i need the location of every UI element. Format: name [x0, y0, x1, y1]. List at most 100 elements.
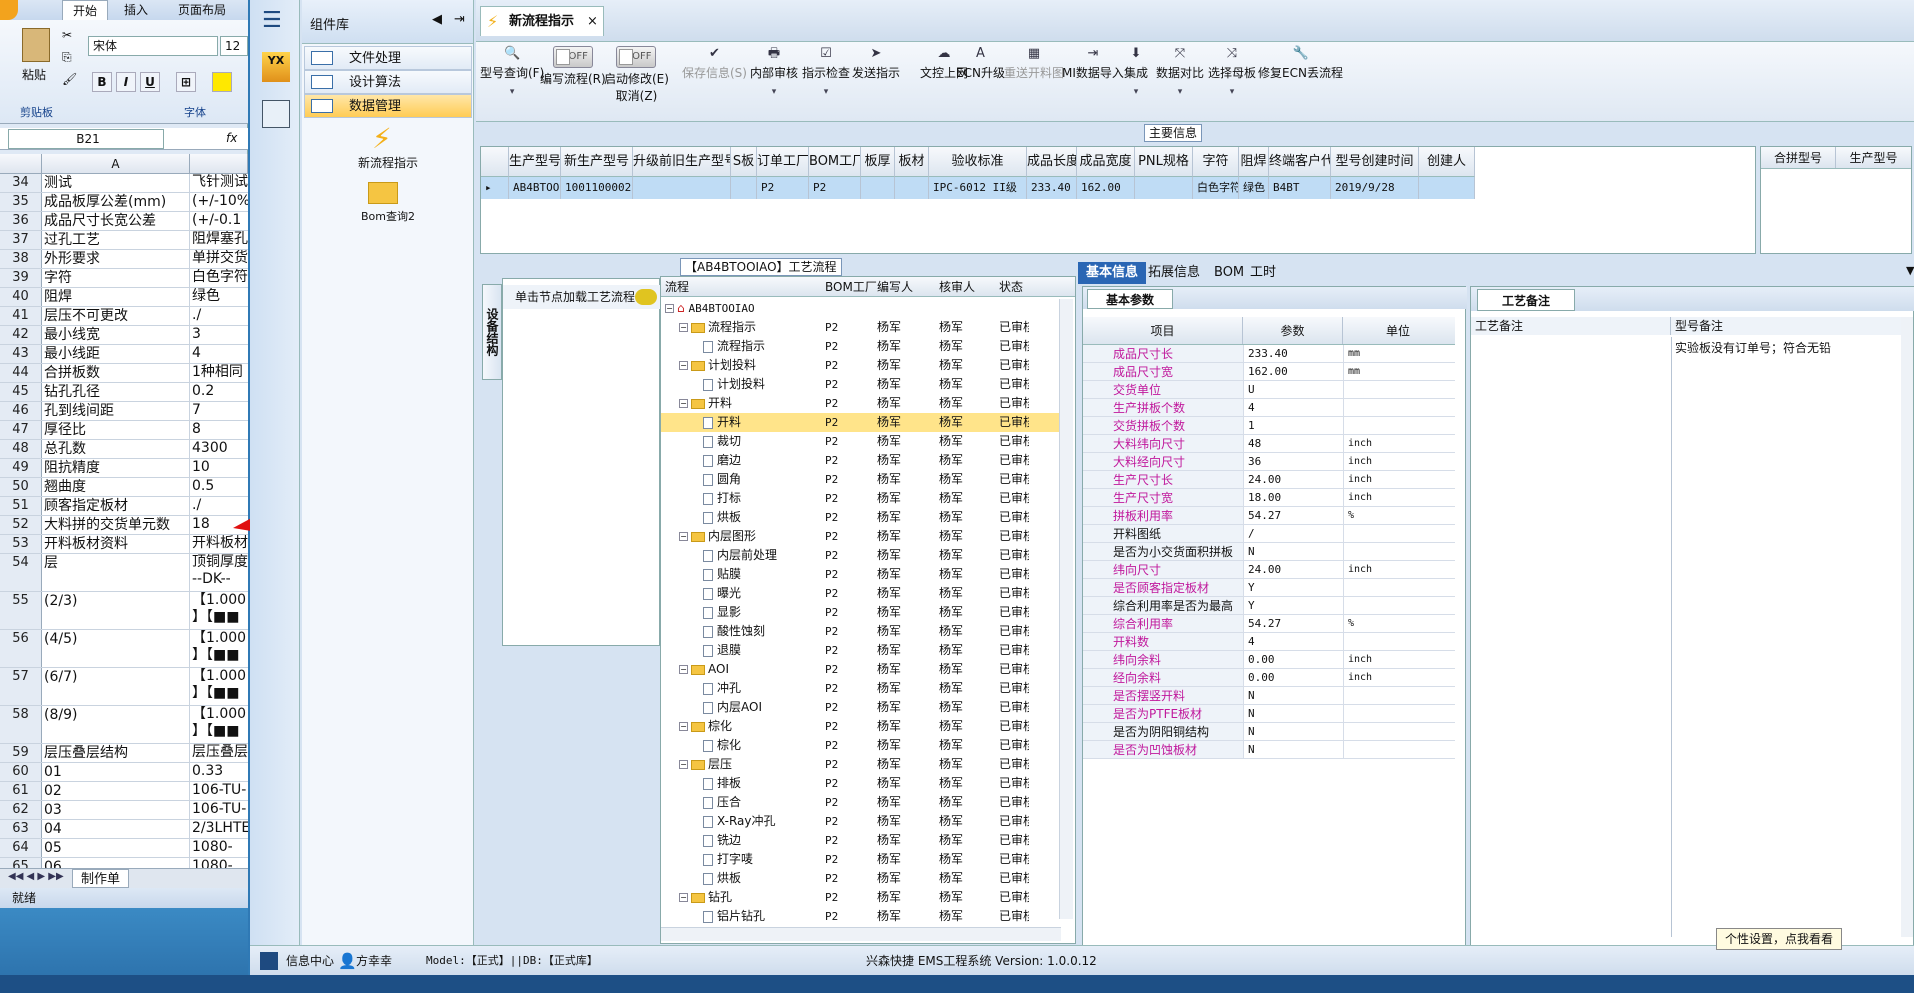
- select-all-corner[interactable]: [0, 154, 42, 174]
- cell-b[interactable]: 4300: [190, 440, 248, 458]
- row-number[interactable]: 48: [0, 440, 42, 458]
- table-row[interactable]: 42 最小线宽 3: [0, 326, 248, 345]
- cell-a[interactable]: (8/9): [42, 706, 190, 743]
- tooltip-personalize[interactable]: 个性设置，点我看看: [1716, 928, 1843, 950]
- copy-icon[interactable]: ⎘: [62, 50, 72, 65]
- toolbar-btn-3[interactable]: ✔ 保存信息(S): [682, 46, 747, 118]
- grid-col-header[interactable]: 终端客户代码: [1269, 147, 1331, 177]
- cell-b[interactable]: 【1.000 】【■■: [190, 630, 248, 667]
- grid-cell[interactable]: P2: [809, 177, 861, 199]
- table-row[interactable]: 40 阻焊 绿色: [0, 288, 248, 307]
- row-number[interactable]: 36: [0, 212, 42, 230]
- cell-a[interactable]: 测试: [42, 174, 190, 192]
- tree-node[interactable]: 棕化 P2 杨军 杨军 已审核: [661, 736, 1061, 755]
- cell-a[interactable]: 翘曲度: [42, 478, 190, 496]
- row-number[interactable]: 62: [0, 801, 42, 819]
- tree-node[interactable]: 开料 P2 杨军 杨军 已审核: [661, 413, 1061, 432]
- chevron-down-icon[interactable]: ▾: [1156, 87, 1204, 97]
- fill-color-icon[interactable]: [212, 72, 232, 92]
- cell-b[interactable]: ./: [190, 307, 248, 325]
- grid-col-header[interactable]: 生产型号: [509, 147, 561, 177]
- tab-basic-info[interactable]: 基本信息: [1078, 262, 1147, 284]
- grid-col-header[interactable]: 成品宽度: [1077, 147, 1135, 177]
- column-header-a[interactable]: A: [42, 154, 190, 174]
- row-number[interactable]: 61: [0, 782, 42, 800]
- chevron-down-icon[interactable]: ▾: [1208, 87, 1256, 97]
- cell-b[interactable]: 10: [190, 459, 248, 477]
- table-row[interactable]: 交货拼板个数 1: [1083, 417, 1455, 435]
- row-number[interactable]: 35: [0, 193, 42, 211]
- param-value[interactable]: U: [1243, 381, 1343, 398]
- table-row[interactable]: 成品尺寸宽 162.00 mm: [1083, 363, 1455, 381]
- collapse-icon[interactable]: −: [679, 893, 688, 902]
- grid-col-header[interactable]: PNL规格: [1135, 147, 1193, 177]
- sheet-nav-icon[interactable]: ◀◀ ◀ ▶ ▶▶: [8, 871, 64, 882]
- collapse-left-icon[interactable]: ◀: [432, 12, 442, 27]
- excel-tab-layout[interactable]: 页面布局: [168, 0, 236, 20]
- tree-node[interactable]: 贴膜 P2 杨军 杨军 已审核: [661, 565, 1061, 584]
- tree-node[interactable]: − 钻孔 P2 杨军 杨军 已审核: [661, 888, 1061, 907]
- table-row[interactable]: 45 钻孔孔径 0.2: [0, 383, 248, 402]
- row-number[interactable]: 34: [0, 174, 42, 192]
- row-number[interactable]: 56: [0, 630, 42, 667]
- toolbar-btn-14[interactable]: 🔧 修复ECN丢流程: [1258, 46, 1343, 118]
- row-number[interactable]: 65: [0, 858, 42, 868]
- tree-node[interactable]: 铝片钻孔 P2 杨军 杨军 已审核: [661, 907, 1061, 926]
- cell-a[interactable]: (6/7): [42, 668, 190, 705]
- chevron-down-icon[interactable]: ▾: [802, 87, 850, 97]
- table-row[interactable]: 37 过孔工艺 阻焊塞孔: [0, 231, 248, 250]
- table-row[interactable]: 60 01 0.33: [0, 763, 248, 782]
- table-row[interactable]: 47 厚径比 8: [0, 421, 248, 440]
- cell-a[interactable]: 过孔工艺: [42, 231, 190, 249]
- grid-cell[interactable]: B4BT: [1269, 177, 1331, 199]
- cell-b[interactable]: 2/3LHTE: [190, 820, 248, 838]
- grid-col-header[interactable]: 升级前旧生产型号: [633, 147, 731, 177]
- collapse-icon[interactable]: −: [679, 323, 688, 332]
- param-value[interactable]: 1: [1243, 417, 1343, 434]
- grid-cell[interactable]: IPC-6012 II级: [929, 177, 1027, 199]
- cell-a[interactable]: 顾客指定板材: [42, 497, 190, 515]
- grid-col-header[interactable]: 新生产型号: [561, 147, 633, 177]
- tree-root[interactable]: − ⌂ AB4BTOOIAO: [661, 299, 1061, 318]
- table-row[interactable]: 51 顾客指定板材 ./: [0, 497, 248, 516]
- cell-a[interactable]: 03: [42, 801, 190, 819]
- excel-tab-insert[interactable]: 插入: [114, 0, 158, 20]
- cut-icon[interactable]: ✂: [62, 28, 72, 42]
- row-number[interactable]: 54: [0, 554, 42, 591]
- row-number[interactable]: 37: [0, 231, 42, 249]
- table-row[interactable]: 经向余料 0.00 inch: [1083, 669, 1455, 687]
- toolbar-btn-8[interactable]: A ECN升级: [956, 46, 1005, 118]
- table-row[interactable]: 56 (4/5) 【1.000 】【■■: [0, 630, 248, 668]
- table-row[interactable]: 59 层压叠层结构 层压叠层: [0, 744, 248, 763]
- grid-col-header[interactable]: S板: [731, 147, 757, 177]
- tree-node[interactable]: 流程指示 P2 杨军 杨军 已审核: [661, 337, 1061, 356]
- row-number[interactable]: 44: [0, 364, 42, 382]
- row-number[interactable]: 40: [0, 288, 42, 306]
- paste-label[interactable]: 粘贴: [22, 66, 46, 83]
- cell-b[interactable]: 0.2: [190, 383, 248, 401]
- row-number[interactable]: 42: [0, 326, 42, 344]
- param-value[interactable]: 48: [1243, 435, 1343, 452]
- close-icon[interactable]: ×: [587, 7, 598, 37]
- grid-cell[interactable]: [731, 177, 757, 199]
- grid-icon[interactable]: [260, 952, 278, 970]
- table-row[interactable]: 61 02 106-TU-: [0, 782, 248, 801]
- bom-query-shortcut[interactable]: Bom查询2: [302, 208, 474, 224]
- cell-b[interactable]: 106-TU-: [190, 801, 248, 819]
- cell-a[interactable]: 合拼板数: [42, 364, 190, 382]
- table-row[interactable]: 35 成品板厚公差(mm) (+/-10%: [0, 193, 248, 212]
- param-value[interactable]: 24.00: [1243, 561, 1343, 578]
- comp-item-algorithm[interactable]: 设计算法: [304, 70, 472, 94]
- param-value[interactable]: 54.27: [1243, 507, 1343, 524]
- basic-params-tab[interactable]: 基本参数: [1087, 289, 1174, 309]
- grid-cell[interactable]: AB4BTOOIAO: [509, 177, 561, 199]
- row-number[interactable]: 60: [0, 763, 42, 781]
- grid-cell[interactable]: [633, 177, 731, 199]
- grid-col-header[interactable]: BOM工厂: [809, 147, 861, 177]
- table-row[interactable]: 50 翘曲度 0.5: [0, 478, 248, 497]
- grid-cell[interactable]: [1135, 177, 1193, 199]
- grid-cell[interactable]: 白色字符: [1193, 177, 1239, 199]
- tree-node[interactable]: 打字唛 P2 杨军 杨军 已审核: [661, 850, 1061, 869]
- row-number[interactable]: 59: [0, 744, 42, 762]
- cell-a[interactable]: 大料拼的交货单元数: [42, 516, 190, 534]
